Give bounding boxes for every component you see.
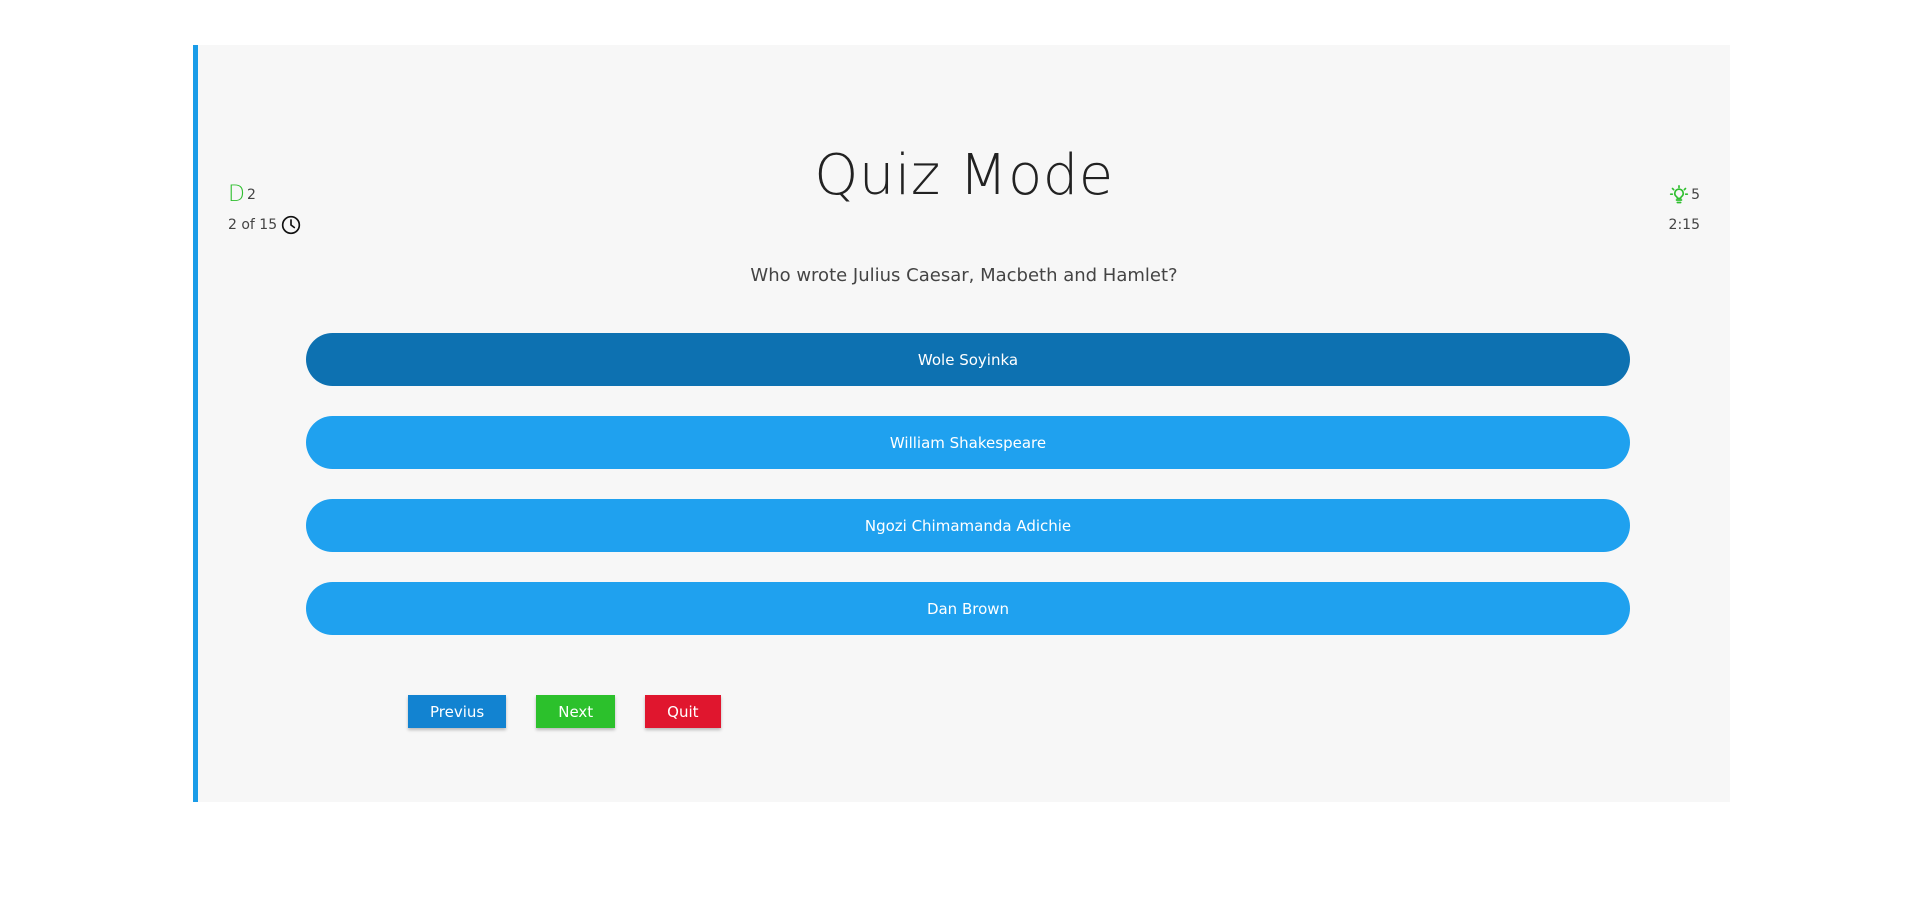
timer: 2:15: [1668, 217, 1700, 233]
quiz-controls: Previus Next Quit: [408, 695, 721, 728]
previous-button[interactable]: Previus: [408, 695, 507, 728]
lightbulb-icon[interactable]: [1669, 185, 1689, 205]
question-text: Who wrote Julius Caesar, Macbeth and Ham…: [750, 265, 1178, 286]
option-button[interactable]: William Shakespeare: [306, 416, 1630, 469]
answer-options: Wole Soyinka William Shakespeare Ngozi C…: [306, 333, 1630, 665]
page-title: Quiz Mode: [814, 143, 1114, 208]
fifty-fifty-icon[interactable]: D: [228, 184, 245, 206]
option-button[interactable]: Dan Brown: [306, 582, 1630, 635]
quit-button[interactable]: Quit: [645, 695, 721, 728]
hints-row[interactable]: 5: [1669, 183, 1700, 207]
fifty-fifty-row[interactable]: D 2: [228, 183, 301, 207]
clock-icon: [281, 215, 301, 235]
option-button[interactable]: Ngozi Chimamanda Adichie: [306, 499, 1630, 552]
timer-row: 2:15: [1669, 213, 1700, 237]
hints-count: 5: [1691, 187, 1700, 203]
left-stats: D 2 2 of 15: [228, 183, 301, 237]
quiz-card: Quiz Mode D 2 2 of 15 5 2:15 Who wrote J: [193, 45, 1730, 802]
option-button[interactable]: Wole Soyinka: [306, 333, 1630, 386]
progress-row: 2 of 15: [228, 213, 301, 237]
next-button[interactable]: Next: [536, 695, 616, 728]
fifty-fifty-count: 2: [246, 187, 256, 203]
question-progress: 2 of 15: [228, 217, 278, 233]
right-stats: 5 2:15: [1669, 183, 1700, 237]
